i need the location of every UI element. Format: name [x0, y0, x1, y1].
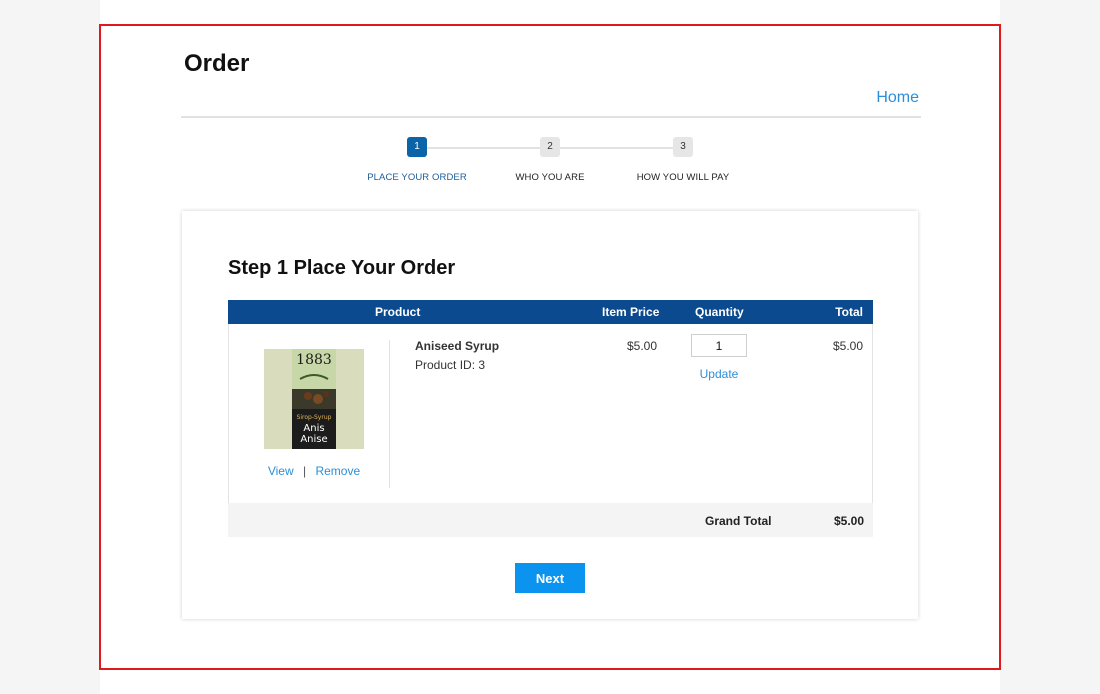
column-header-item-price: Item Price [602, 305, 660, 319]
product-image-graphic: 1883 Sirop-Syrup Anis Anise [264, 349, 364, 449]
product-id: Product ID: 3 [415, 358, 486, 372]
item-price: $5.00 [626, 339, 657, 353]
grand-total-row: Grand Total $5.00 [228, 503, 873, 537]
line-total: $5.00 [832, 339, 863, 353]
page-title: Order [184, 50, 250, 77]
column-header-product: Product [375, 305, 421, 319]
stepper-connector [560, 147, 674, 149]
step-heading: Step 1 Place Your Order [228, 257, 456, 279]
product-name: Aniseed Syrup [415, 339, 500, 353]
step-2-label: WHO YOU ARE [515, 172, 585, 183]
home-link[interactable]: Home [876, 89, 919, 107]
order-frame: Order Home 1 2 3 PLACE YOUR ORDER WHO YO… [99, 24, 1001, 670]
action-separator: | [302, 464, 307, 478]
order-card: Step 1 Place Your Order Product Item Pri… [182, 211, 918, 619]
header-divider [181, 116, 921, 118]
stepper-connector [427, 147, 541, 149]
order-table-row: 1883 Sirop-Syrup Anis Anise View | Remov… [228, 324, 873, 504]
step-3-marker: 3 [673, 137, 693, 157]
quantity-input[interactable] [691, 334, 747, 357]
grand-total-label: Grand Total [705, 514, 772, 528]
svg-text:Anis: Anis [303, 423, 324, 434]
svg-text:Anise: Anise [300, 434, 327, 445]
update-link[interactable]: Update [679, 367, 759, 381]
step-1-marker: 1 [407, 137, 427, 157]
view-link[interactable]: View [268, 464, 294, 478]
next-button[interactable]: Next [515, 563, 585, 593]
remove-link[interactable]: Remove [315, 464, 360, 478]
column-header-quantity: Quantity [695, 305, 744, 319]
svg-text:1883: 1883 [296, 352, 332, 368]
product-image: 1883 Sirop-Syrup Anis Anise [264, 349, 364, 449]
step-3-label: HOW YOU WILL PAY [636, 172, 730, 183]
svg-text:Sirop-Syrup: Sirop-Syrup [297, 414, 332, 421]
step-2-marker: 2 [540, 137, 560, 157]
product-actions: View | Remove [249, 464, 379, 478]
column-header-total: Total [835, 305, 863, 319]
order-table-header: Product Item Price Quantity Total [228, 300, 873, 324]
column-divider [389, 340, 390, 488]
grand-total-value: $5.00 [833, 514, 864, 528]
step-1-label: PLACE YOUR ORDER [367, 172, 467, 183]
